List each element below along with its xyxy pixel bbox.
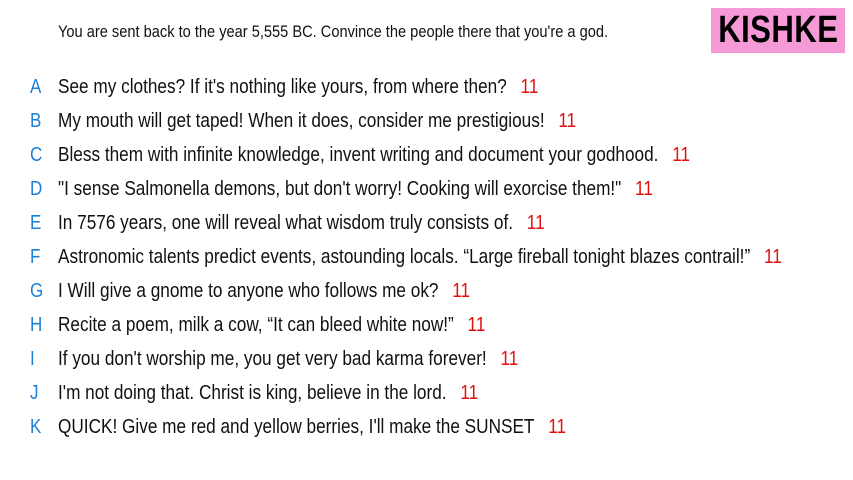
answer-row-f[interactable]: F Astronomic talents predict events, ast… xyxy=(0,242,853,272)
player-name-badge: KISHKE xyxy=(711,8,845,53)
answer-row-h[interactable]: H Recite a poem, milk a cow, “It can ble… xyxy=(0,310,853,340)
answer-row-g[interactable]: G I Will give a gnome to anyone who foll… xyxy=(0,276,853,306)
answer-letter: I xyxy=(30,347,35,370)
answer-letter: A xyxy=(30,75,42,98)
answer-text: QUICK! Give me red and yellow berries, I… xyxy=(58,415,535,438)
answer-letter: H xyxy=(30,313,43,336)
answer-score: 11 xyxy=(558,109,577,132)
answer-text: If you don't worship me, you get very ba… xyxy=(58,347,487,370)
answer-letter: G xyxy=(30,279,44,302)
answer-letter: D xyxy=(30,177,43,200)
answer-score: 11 xyxy=(763,245,782,268)
answer-row-d[interactable]: D "I sense Salmonella demons, but don't … xyxy=(0,174,853,204)
question-prompt: You are sent back to the year 5,555 BC. … xyxy=(58,22,609,41)
answer-row-k[interactable]: K QUICK! Give me red and yellow berries,… xyxy=(0,412,853,442)
answer-letter: J xyxy=(30,381,39,404)
answer-score: 11 xyxy=(467,313,486,336)
answer-row-j[interactable]: J I'm not doing that. Christ is king, be… xyxy=(0,378,853,408)
answer-row-b[interactable]: B My mouth will get taped! When it does,… xyxy=(0,106,853,136)
answer-score: 11 xyxy=(520,75,539,98)
player-name-label: KISHKE xyxy=(717,9,839,51)
answer-letter: E xyxy=(30,211,42,234)
answer-score: 11 xyxy=(672,143,691,166)
answer-text: In 7576 years, one will reveal what wisd… xyxy=(58,211,514,234)
answer-row-i[interactable]: I If you don't worship me, you get very … xyxy=(0,344,853,374)
answer-score: 11 xyxy=(526,211,545,234)
answer-text: See my clothes? If it's nothing like you… xyxy=(58,75,507,98)
answer-score: 11 xyxy=(548,415,567,438)
answer-text: I Will give a gnome to anyone who follow… xyxy=(58,279,439,302)
answer-text: Recite a poem, milk a cow, “It can bleed… xyxy=(58,313,454,336)
answer-letter: C xyxy=(30,143,43,166)
answer-score: 11 xyxy=(635,177,653,200)
answer-row-a[interactable]: A See my clothes? If it's nothing like y… xyxy=(0,72,853,102)
answer-score: 11 xyxy=(452,279,471,302)
answer-row-e[interactable]: E In 7576 years, one will reveal what wi… xyxy=(0,208,853,238)
answer-letter: F xyxy=(30,245,41,268)
answer-text: I'm not doing that. Christ is king, beli… xyxy=(58,381,447,404)
answer-letter: K xyxy=(30,415,42,438)
answer-text: "I sense Salmonella demons, but don't wo… xyxy=(58,177,622,200)
answer-text: Astronomic talents predict events, astou… xyxy=(58,245,751,268)
answer-score: 11 xyxy=(500,347,519,370)
answer-score: 11 xyxy=(460,381,479,404)
answer-text: My mouth will get taped! When it does, c… xyxy=(58,109,545,132)
answer-text: Bless them with infinite knowledge, inve… xyxy=(58,143,659,166)
answer-letter: B xyxy=(30,109,42,132)
answer-row-c[interactable]: C Bless them with infinite knowledge, in… xyxy=(0,140,853,170)
